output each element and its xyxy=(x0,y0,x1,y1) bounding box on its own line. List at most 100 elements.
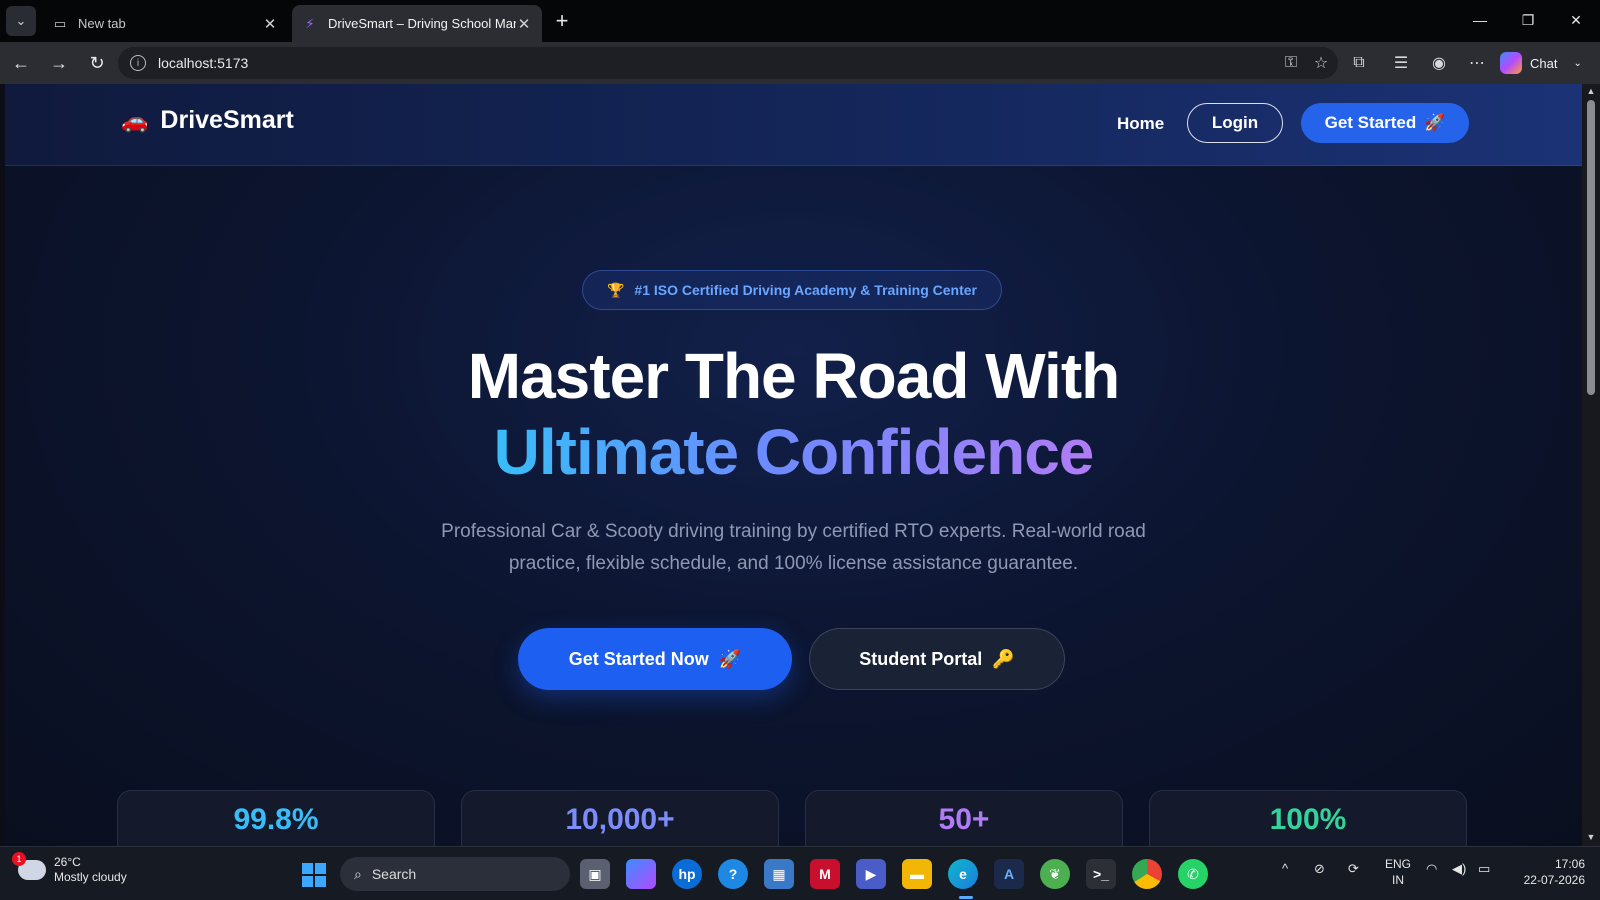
battery-icon[interactable]: ▭ xyxy=(1478,861,1490,877)
taskbar-search[interactable]: ⌕ Search xyxy=(340,857,570,891)
new-tab-button[interactable]: + xyxy=(549,8,575,34)
hero-accent-text: Ultimate Confidence xyxy=(493,416,1095,488)
more-menu-icon[interactable]: ⋯ xyxy=(1462,48,1492,78)
taskbar: 1 26°C Mostly cloudy ⌕ Search ▣ hp ? ▦ M… xyxy=(0,846,1600,900)
mcafee-icon[interactable]: M xyxy=(810,859,840,889)
profile-avatar-icon[interactable]: ◉ xyxy=(1424,48,1454,78)
extensions-icon[interactable]: ⧉ xyxy=(1344,48,1374,78)
restore-icon[interactable]: ❐ xyxy=(1504,0,1552,40)
wifi-icon[interactable]: ◠ xyxy=(1426,861,1437,877)
task-view-icon[interactable]: ▣ xyxy=(580,859,610,889)
chrome-icon[interactable] xyxy=(1132,859,1162,889)
cloud-icon: 1 xyxy=(12,852,46,880)
get-started-now-button[interactable]: Get Started Now 🚀 xyxy=(518,628,792,690)
scrollbar-thumb[interactable] xyxy=(1587,100,1595,395)
forward-icon[interactable]: → xyxy=(44,48,74,78)
close-window-icon[interactable]: ✕ xyxy=(1552,0,1600,40)
file-explorer-icon[interactable]: ▬ xyxy=(902,859,932,889)
stat-value: 10,000+ xyxy=(565,803,675,836)
media-player-icon[interactable]: ▶ xyxy=(856,859,886,889)
scroll-down-icon[interactable]: ▼ xyxy=(1586,832,1596,842)
clock-time: 17:06 xyxy=(1554,857,1585,871)
cta-secondary-label: Student Portal xyxy=(859,648,983,669)
help-icon[interactable]: ? xyxy=(718,859,748,889)
cloud-off-icon[interactable]: ⊘ xyxy=(1314,861,1325,877)
favorites-icon[interactable]: ☰ xyxy=(1386,48,1416,78)
student-portal-button[interactable]: Student Portal 🔑 xyxy=(809,628,1065,690)
tab-title: DriveSmart – Driving School Mana xyxy=(328,16,516,31)
weather-temp: 26°C xyxy=(54,855,81,869)
chat-label: Chat xyxy=(1530,55,1558,71)
stat-value: 99.8% xyxy=(233,803,319,836)
rocket-icon: 🚀 xyxy=(1424,113,1446,132)
stat-card: 10,000+ xyxy=(461,790,779,846)
stat-value: 100% xyxy=(1269,803,1347,836)
system-clock[interactable]: 17:06 22-07-2026 xyxy=(1505,856,1585,888)
weather-alert-badge: 1 xyxy=(12,852,26,866)
tab-list-button[interactable]: ⌄ xyxy=(6,6,36,36)
clock-date: 22-07-2026 xyxy=(1523,873,1585,887)
show-hidden-icons-icon[interactable]: ^ xyxy=(1282,861,1288,876)
volume-icon[interactable]: ◀) xyxy=(1452,861,1466,877)
stat-value: 50+ xyxy=(938,803,990,836)
search-icon: ⌕ xyxy=(354,865,362,882)
certification-badge: 🏆 #1 ISO Certified Driving Academy & Tra… xyxy=(582,270,1002,310)
stat-card: 50+ xyxy=(805,790,1123,846)
address-bar[interactable]: i localhost:5173 xyxy=(118,47,1338,79)
favorite-star-icon[interactable]: ☆ xyxy=(1306,48,1336,78)
weather-widget[interactable]: 1 26°C Mostly cloudy xyxy=(12,852,127,885)
sync-icon[interactable]: ⟳ xyxy=(1348,861,1359,877)
search-label: Search xyxy=(371,866,417,882)
store-icon[interactable]: ▦ xyxy=(764,859,794,889)
new-tab-icon: ▭ xyxy=(53,15,67,31)
get-started-label: Get Started xyxy=(1324,113,1417,132)
copilot-chat-button[interactable]: Chat ⌄ xyxy=(1500,48,1582,78)
whatsapp-icon[interactable]: ✆ xyxy=(1178,859,1208,889)
edge-browser-icon[interactable]: e xyxy=(948,859,978,889)
stat-card: 99.8% xyxy=(117,790,435,846)
tab-title: New tab xyxy=(78,16,126,31)
minimize-icon[interactable]: — xyxy=(1456,0,1504,40)
leaf-app-icon[interactable]: ❦ xyxy=(1040,859,1070,889)
weather-condition: Mostly cloudy xyxy=(54,870,127,884)
hp-app-icon[interactable]: hp xyxy=(672,859,702,889)
address-text: localhost:5173 xyxy=(158,55,249,71)
page-scrollbar[interactable]: ▲ ▼ xyxy=(1582,84,1600,846)
chevron-down-icon: ⌄ xyxy=(1573,57,1582,69)
tab-drivesmart[interactable]: ⚡ DriveSmart – Driving School Mana ✕ xyxy=(292,5,542,42)
brand-logo[interactable]: 🚗 DriveSmart xyxy=(121,106,294,135)
tab-strip: ⌄ ▭ New tab ✕ ⚡ DriveSmart – Driving Sch… xyxy=(0,0,1600,42)
edge-running-indicator xyxy=(959,896,973,899)
terminal-icon[interactable]: >_ xyxy=(1086,859,1116,889)
car-icon: 🚗 xyxy=(121,107,149,133)
hero-title-accent: Ultimate Confidence xyxy=(5,414,1582,490)
site-favicon-icon: ⚡ xyxy=(305,15,315,31)
scroll-up-icon[interactable]: ▲ xyxy=(1586,86,1596,96)
nav-login-button[interactable]: Login xyxy=(1187,103,1283,143)
lang-line1: ENG xyxy=(1385,857,1412,871)
brand-name: DriveSmart xyxy=(160,106,294,134)
cta-primary-label: Get Started Now xyxy=(568,648,709,669)
reload-icon[interactable]: ↻ xyxy=(82,48,112,78)
back-icon[interactable]: ← xyxy=(6,48,36,78)
rocket-icon: 🚀 xyxy=(718,648,742,669)
key-icon: 🔑 xyxy=(992,648,1015,669)
lang-line2: IN xyxy=(1392,873,1404,887)
close-tab-icon[interactable]: ✕ xyxy=(516,15,532,33)
trophy-icon: 🏆 xyxy=(606,281,625,298)
close-tab-icon[interactable]: ✕ xyxy=(262,15,278,33)
site-info-icon[interactable]: i xyxy=(130,55,146,71)
badge-text: #1 ISO Certified Driving Academy & Train… xyxy=(634,282,977,298)
language-indicator[interactable]: ENG IN xyxy=(1385,856,1411,888)
app-a-icon[interactable]: A xyxy=(994,859,1024,889)
tab-new-tab[interactable]: ▭ New tab ✕ xyxy=(42,5,288,42)
nav-get-started-button[interactable]: Get Started 🚀 xyxy=(1301,103,1469,143)
key-icon[interactable]: ⚿ xyxy=(1276,48,1306,78)
stat-card: 100% xyxy=(1149,790,1467,846)
page-viewport: 🚗 DriveSmart Home Login Get Started 🚀 🏆 … xyxy=(5,84,1582,846)
copilot-app-icon[interactable] xyxy=(626,859,656,889)
site-header: 🚗 DriveSmart Home Login Get Started 🚀 xyxy=(5,84,1582,166)
hero-title: Master The Road With xyxy=(467,340,1120,412)
start-button-windows-icon[interactable] xyxy=(302,863,326,887)
nav-home-link[interactable]: Home xyxy=(1117,114,1164,134)
